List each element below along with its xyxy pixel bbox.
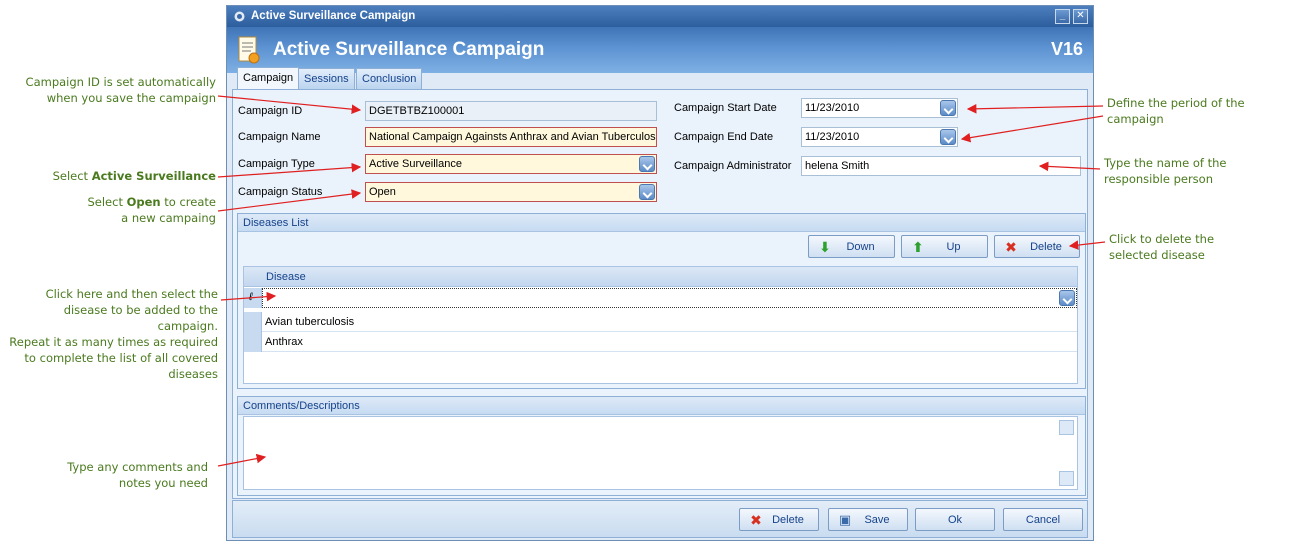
end-date-label: Campaign End Date — [674, 131, 774, 143]
annotation-campaign-id: Campaign ID is set automatically when yo… — [25, 75, 216, 105]
row-selector[interactable]: ℓ — [244, 288, 262, 308]
chevron-down-icon[interactable] — [940, 100, 956, 116]
row-selector[interactable] — [244, 332, 262, 352]
chevron-down-icon[interactable] — [1059, 290, 1075, 306]
diseases-group-header: Diseases List — [238, 214, 1085, 232]
campaign-type-select[interactable]: Active Surveillance — [365, 154, 657, 174]
annotation-administrator: Type the name of the responsible person — [1104, 156, 1227, 186]
cancel-button[interactable]: Cancel — [1003, 508, 1083, 531]
row-selector[interactable] — [244, 312, 262, 332]
campaign-name-label: Campaign Name — [238, 131, 321, 143]
tab-campaign[interactable]: Campaign — [237, 67, 300, 90]
campaign-status-select[interactable]: Open — [365, 182, 657, 202]
minimize-button[interactable]: _ — [1055, 9, 1070, 24]
start-date-picker[interactable]: 11/23/2010 — [801, 98, 958, 118]
delete-campaign-button[interactable]: ✖ Delete — [739, 508, 819, 531]
administrator-field[interactable]: helena Smith — [801, 156, 1081, 176]
down-button[interactable]: ⬇ Down — [808, 235, 895, 258]
edit-pencil-icon: ℓ — [249, 291, 253, 303]
campaign-status-label: Campaign Status — [238, 186, 323, 198]
grid-header: Disease — [244, 267, 1077, 287]
end-date-picker[interactable]: 11/23/2010 — [801, 127, 958, 147]
save-button[interactable]: ▣ Save — [828, 508, 908, 531]
tab-sessions[interactable]: Sessions — [298, 68, 355, 89]
campaign-id-field: DGETBTBZ100001 — [365, 101, 657, 121]
administrator-label: Campaign Administrator — [674, 160, 792, 172]
annotation-delete: Click to delete the selected disease — [1109, 232, 1215, 262]
ok-button[interactable]: Ok — [915, 508, 995, 531]
title-bar[interactable]: Active Surveillance Campaign _ ✕ — [227, 6, 1093, 27]
scroll-down-icon[interactable] — [1059, 471, 1074, 486]
delete-disease-button[interactable]: ✖ Delete — [994, 235, 1080, 258]
annotation-period: Define the period of the campaign — [1107, 96, 1245, 126]
campaign-type-label: Campaign Type — [238, 158, 315, 170]
document-icon — [238, 36, 260, 64]
new-disease-select[interactable] — [262, 288, 1077, 308]
chevron-down-icon[interactable] — [639, 184, 655, 200]
annotation-comments: Type any comments and notes you need — [67, 460, 208, 490]
close-button[interactable]: ✕ — [1073, 9, 1088, 24]
chevron-down-icon[interactable] — [639, 156, 655, 172]
table-row[interactable]: Avian tuberculosis — [262, 312, 1077, 332]
comments-group-header: Comments/Descriptions — [238, 397, 1085, 415]
chevron-down-icon[interactable] — [940, 129, 956, 145]
header-title: Active Surveillance Campaign — [273, 39, 545, 60]
disease-column-header[interactable]: Disease — [266, 271, 306, 283]
start-date-label: Campaign Start Date — [674, 102, 777, 114]
comments-textarea[interactable] — [243, 416, 1078, 490]
annotation-campaign-type: Select Active Surveillance — [52, 169, 216, 183]
app-logo-icon — [234, 11, 245, 22]
annotation-disease-select: Click here and then select the disease t… — [9, 287, 218, 381]
form-header: Active Surveillance Campaign V16 — [227, 27, 1093, 73]
version-label: V16 — [1050, 39, 1083, 59]
campaign-name-field[interactable]: National Campaign Againsts Anthrax and A… — [365, 127, 657, 147]
diseases-grid: Disease ℓ Avian tuberculosis Anthrax — [243, 266, 1078, 384]
window-title: Active Surveillance Campaign — [251, 10, 416, 22]
tab-conclusion[interactable]: Conclusion — [356, 68, 423, 89]
campaign-id-label: Campaign ID — [238, 105, 303, 117]
scroll-up-icon[interactable] — [1059, 420, 1074, 435]
table-row[interactable]: Anthrax — [262, 332, 1077, 352]
annotation-campaign-status: Select Open to create a new campaing — [87, 195, 216, 225]
up-button[interactable]: ⬆ Up — [901, 235, 988, 258]
